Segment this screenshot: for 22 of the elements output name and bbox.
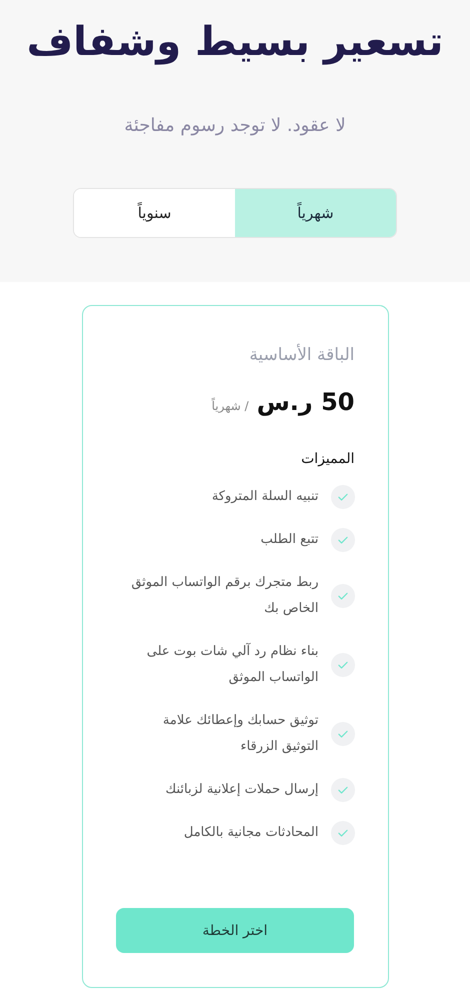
plan-name: الباقة الأساسية	[248, 342, 354, 367]
feature-text: تنبيه السلة المتروكة	[212, 488, 318, 506]
check-icon	[330, 528, 354, 552]
price-period: / شهرياً	[212, 399, 249, 413]
check-icon	[330, 584, 354, 608]
check-icon	[330, 778, 354, 802]
feature-text: المحادثات مجانية بالكامل	[184, 824, 318, 842]
feature-text: إرسال حملات إعلانية لزبائنك	[166, 781, 318, 799]
feature-text: تتبع الطلب	[260, 531, 318, 549]
plan-price: 50 ر.س	[256, 387, 354, 418]
page-subtitle: لا عقود. لا توجد رسوم مفاجئة	[124, 114, 346, 138]
billing-option[interactable]: شهرياً	[235, 189, 396, 237]
feature-text: توثيق حسابك وإعطائك علامة التوثيق الزرقاء	[162, 712, 318, 756]
feature-text: بناء نظام رد آلي شات بوت على الواتساب الموثق	[146, 642, 318, 687]
feature-text: ربط متجرك برقم الواتساب الموثق الخاص بك	[130, 574, 318, 618]
features-heading: المميزات	[300, 450, 354, 469]
check-icon	[330, 653, 354, 677]
choose-plan-button[interactable]: اختر الخطة	[116, 908, 354, 953]
check-icon	[330, 821, 354, 845]
page-title: تسعير بسيط وشفاف	[26, 18, 444, 67]
check-icon	[330, 722, 354, 746]
check-icon	[330, 485, 354, 509]
